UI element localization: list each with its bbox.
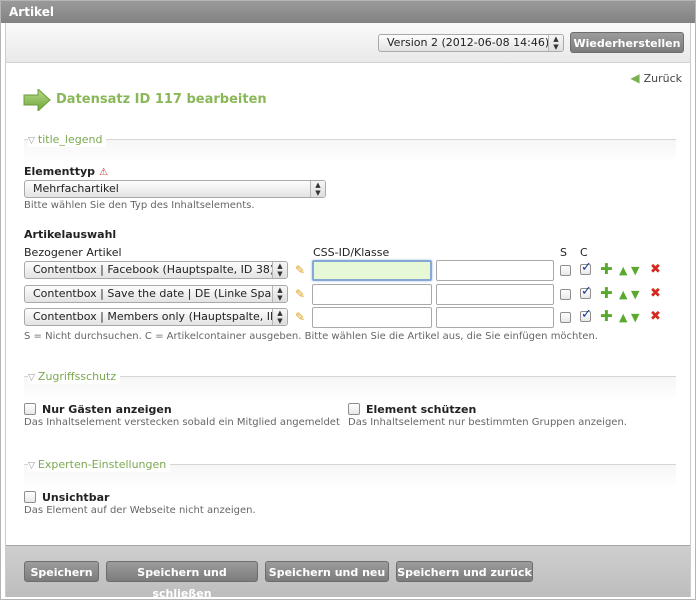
article-select-2[interactable]: Contentbox | Save the date | DE (Linke S… bbox=[24, 285, 288, 303]
version-select[interactable]: Version 2 (2012-06-08 14:46) nick ▲ ▼ bbox=[378, 34, 564, 52]
invisible-label: Unsichtbar bbox=[42, 491, 110, 504]
article-select-3[interactable]: Contentbox | Members only (Hauptspalte, … bbox=[24, 308, 288, 326]
fieldset-title-legend[interactable]: ▽ title_legend bbox=[24, 134, 676, 163]
delete-icon[interactable]: ✖ bbox=[650, 287, 661, 300]
article-window: Artikel Version 2 (2012-06-08 14:46) nic… bbox=[0, 0, 696, 600]
delete-icon[interactable]: ✖ bbox=[650, 263, 661, 276]
select-arrows-icon: ▲ ▼ bbox=[272, 286, 287, 302]
version-bar: Version 2 (2012-06-08 14:46) nick ▲ ▼ Wie… bbox=[6, 23, 690, 63]
invisible-checkbox[interactable] bbox=[24, 491, 36, 503]
protect-element-label: Element schützen bbox=[366, 403, 477, 416]
protect-element-hint: Das Inhaltselement nur bestimmten Gruppe… bbox=[348, 417, 627, 428]
page-title-block: Datensatz ID 117 bearbeiten bbox=[23, 89, 267, 111]
page-title: Datensatz ID 117 bearbeiten bbox=[56, 92, 267, 107]
delete-icon[interactable]: ✖ bbox=[650, 310, 661, 323]
col-css-header: CSS-ID/Klasse bbox=[313, 246, 390, 259]
fieldset-expert[interactable]: ▽ Experten-Einstellungen bbox=[24, 459, 676, 488]
article-select-value: Contentbox | Facebook (Hauptspalte, ID 3… bbox=[33, 263, 275, 276]
add-icon[interactable]: ✚ bbox=[600, 286, 613, 301]
elementtype-value: Mehrfachartikel bbox=[33, 182, 119, 195]
article-select-value: Contentbox | Members only (Hauptspalte, … bbox=[33, 310, 279, 323]
css-class-input-1[interactable] bbox=[436, 260, 554, 281]
select-arrows-icon: ▲ ▼ bbox=[272, 262, 287, 278]
s-checkbox-3[interactable] bbox=[560, 312, 571, 323]
s-checkbox-2[interactable] bbox=[560, 289, 571, 300]
invisible-hint: Das Element auf der Webseite nicht anzei… bbox=[24, 505, 256, 516]
select-arrows-icon: ▲ ▼ bbox=[272, 309, 287, 325]
move-down-icon[interactable]: ▼ bbox=[631, 264, 639, 277]
elementtype-label: Elementtyp ⚠ bbox=[24, 165, 108, 178]
collapse-triangle-icon: ▽ bbox=[28, 461, 35, 471]
col-article-header: Bezogener Artikel bbox=[24, 246, 122, 259]
back-link[interactable]: ◀ Zurück bbox=[630, 71, 682, 85]
save-close-button[interactable]: Speichern und schließen bbox=[106, 561, 258, 600]
css-id-input-2[interactable] bbox=[312, 284, 432, 305]
article-selection-label: Artikelauswahl bbox=[24, 228, 117, 241]
select-arrows-icon: ▲ ▼ bbox=[548, 35, 563, 51]
move-down-icon[interactable]: ▼ bbox=[631, 288, 639, 301]
css-id-input-3[interactable] bbox=[312, 307, 432, 328]
content-area: Version 2 (2012-06-08 14:46) nick ▲ ▼ Wie… bbox=[5, 23, 691, 600]
edit-pencil-icon[interactable]: ✎ bbox=[295, 264, 305, 277]
collapse-triangle-icon: ▽ bbox=[28, 373, 35, 383]
add-icon[interactable]: ✚ bbox=[600, 262, 613, 277]
article-select-1[interactable]: Contentbox | Facebook (Hauptspalte, ID 3… bbox=[24, 261, 288, 279]
c-checkbox-3[interactable] bbox=[580, 307, 592, 322]
css-class-input-2[interactable] bbox=[436, 284, 554, 305]
css-id-input-1[interactable] bbox=[312, 260, 432, 281]
col-s-header: S bbox=[560, 246, 567, 259]
move-down-icon[interactable]: ▼ bbox=[631, 311, 639, 324]
guests-only-hint: Das Inhaltselement verstecken sobald ein… bbox=[24, 417, 340, 428]
elementtype-select[interactable]: Mehrfachartikel ▲ ▼ bbox=[24, 180, 326, 198]
save-button[interactable]: Speichern bbox=[24, 561, 99, 582]
elementtype-hint: Bitte wählen Sie den Typ des Inhaltselem… bbox=[24, 200, 255, 211]
fieldset-access[interactable]: ▽ Zugriffsschutz bbox=[24, 371, 676, 400]
c-checkbox-1[interactable] bbox=[580, 260, 592, 275]
select-arrows-icon: ▲ ▼ bbox=[310, 181, 325, 197]
move-up-icon[interactable]: ▲ bbox=[619, 288, 627, 301]
css-class-input-3[interactable] bbox=[436, 307, 554, 328]
version-select-value: Version 2 (2012-06-08 14:46) nick bbox=[387, 36, 564, 49]
elementtype-label-text: Elementtyp bbox=[24, 165, 96, 178]
back-label: Zurück bbox=[643, 72, 682, 85]
legend-label: Zugriffsschutz bbox=[37, 370, 117, 383]
protect-element-checkbox[interactable] bbox=[348, 403, 360, 415]
col-c-header: C bbox=[580, 246, 588, 259]
window-title: Artikel bbox=[1, 1, 695, 23]
add-icon[interactable]: ✚ bbox=[600, 309, 613, 324]
legend-label: title_legend bbox=[37, 133, 103, 146]
legend-label: Experten-Einstellungen bbox=[37, 458, 167, 471]
collapse-triangle-icon: ▽ bbox=[28, 136, 35, 146]
c-checkbox-2[interactable] bbox=[580, 284, 592, 299]
footer-bar: Speichern Speichern und schließen Speich… bbox=[6, 545, 690, 600]
edit-arrow-icon bbox=[23, 89, 51, 111]
move-up-icon[interactable]: ▲ bbox=[619, 264, 627, 277]
save-new-button[interactable]: Speichern und neu bbox=[265, 561, 389, 582]
edit-pencil-icon[interactable]: ✎ bbox=[295, 311, 305, 324]
article-select-value: Contentbox | Save the date | DE (Linke S… bbox=[33, 287, 286, 300]
article-hint: S = Nicht durchsuchen. C = Artikelcontai… bbox=[24, 331, 598, 342]
guests-only-label: Nur Gästen anzeigen bbox=[42, 403, 172, 416]
s-checkbox-1[interactable] bbox=[560, 265, 571, 276]
back-arrow-icon: ◀ bbox=[630, 71, 640, 85]
move-up-icon[interactable]: ▲ bbox=[619, 311, 627, 324]
guests-only-checkbox[interactable] bbox=[24, 403, 36, 415]
save-back-button[interactable]: Speichern und zurück bbox=[396, 561, 533, 582]
warning-icon: ⚠ bbox=[99, 167, 109, 178]
edit-pencil-icon[interactable]: ✎ bbox=[295, 288, 305, 301]
restore-button[interactable]: Wiederherstellen bbox=[570, 32, 684, 53]
